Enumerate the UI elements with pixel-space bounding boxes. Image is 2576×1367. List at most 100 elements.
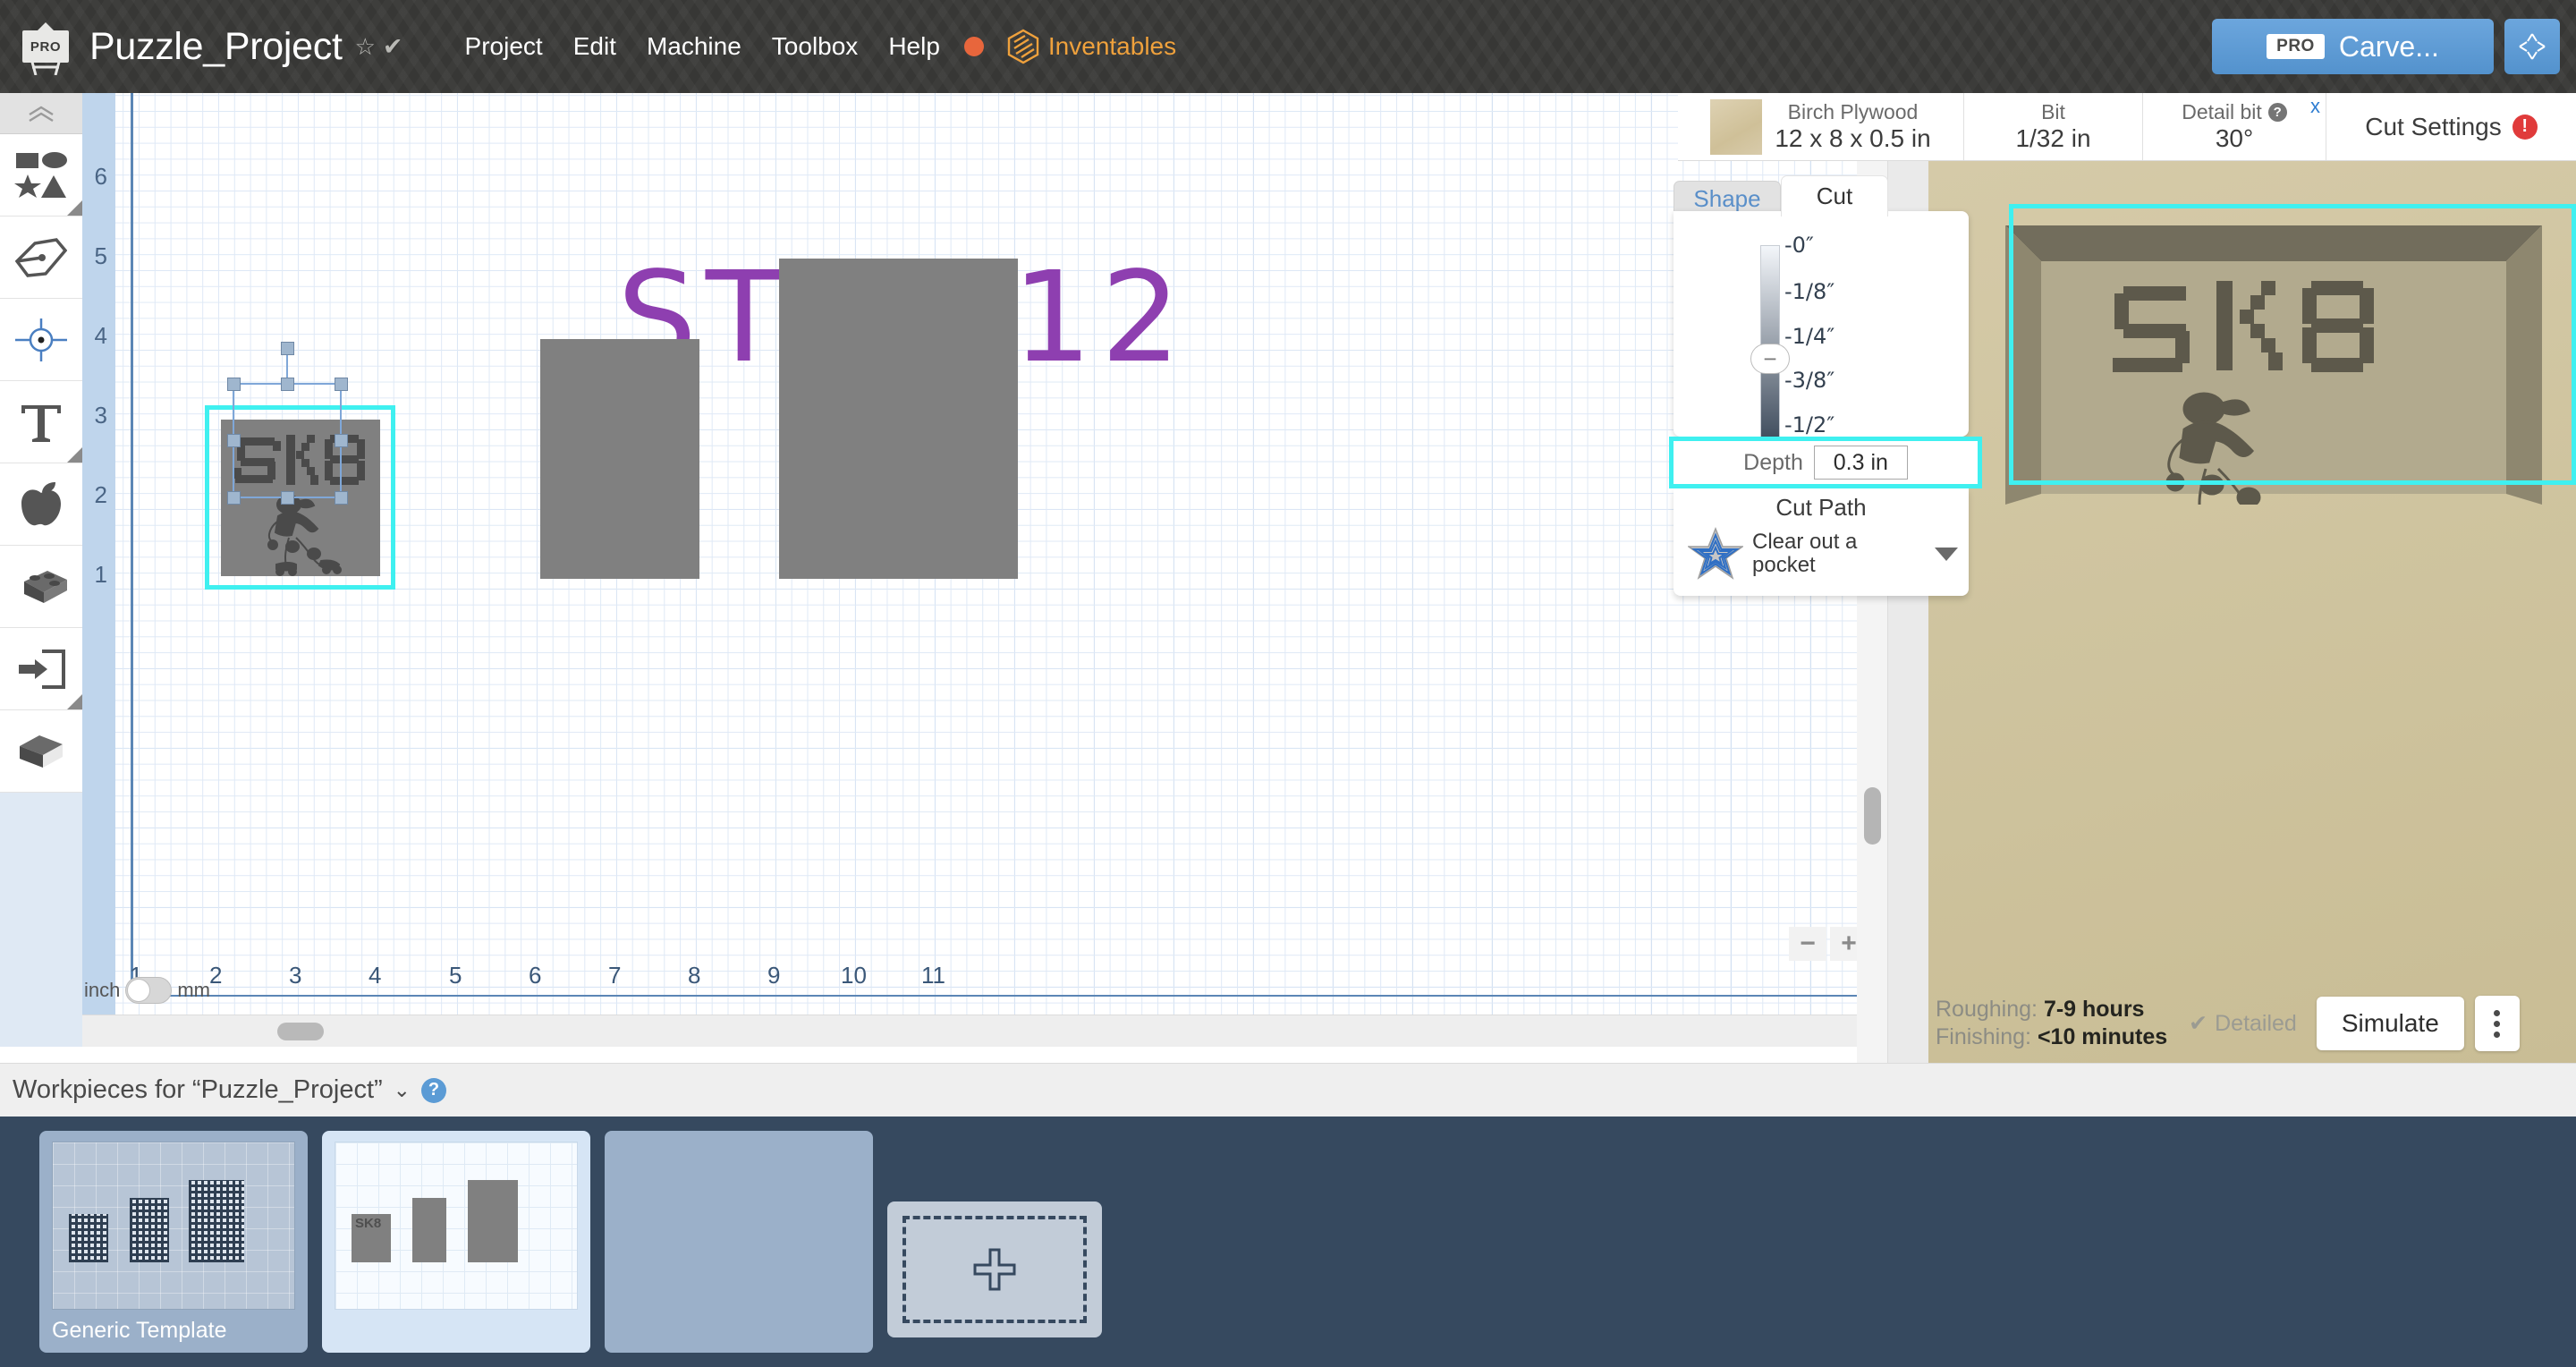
workpieces-help-icon[interactable]: ? (420, 1077, 446, 1103)
units-mm-label: mm (177, 979, 211, 1001)
rect-shape-2[interactable] (540, 339, 699, 579)
toolbar-collapse-button[interactable] (0, 93, 82, 134)
sidebar-item-shapes[interactable] (0, 134, 82, 217)
zoom-out-button[interactable]: − (1789, 927, 1826, 961)
material-swatch (1710, 98, 1763, 155)
tool-expand-corner[interactable] (67, 200, 82, 216)
cut-settings-label: Cut Settings (2365, 112, 2502, 140)
workpiece-thumbnail: SK8 (335, 1142, 578, 1310)
menu-help[interactable]: Help (873, 27, 955, 66)
mini-shape (412, 1198, 446, 1262)
units-inch-label: inch (84, 979, 121, 1001)
workpiece-label: Generic Template (52, 1318, 227, 1343)
workpiece-generic-template[interactable]: Generic Template (39, 1131, 308, 1353)
ruler-v-tick: 3 (94, 402, 107, 429)
mini-shape (130, 1198, 169, 1262)
depth-tick: -1/2″ (1784, 412, 1835, 437)
detail-bit-help-icon[interactable]: ? (2267, 102, 2287, 122)
tool-expand-corner[interactable] (67, 694, 82, 709)
chevron-down-icon[interactable] (1935, 547, 1958, 561)
carved-pocket-3d (2005, 225, 2542, 505)
simulate-button[interactable]: Simulate (2316, 997, 2464, 1050)
depth-tick: -0″ (1784, 233, 1814, 258)
resize-handle-se[interactable] (335, 491, 348, 505)
depth-tick: -3/8″ (1784, 368, 1835, 393)
tab-cut[interactable]: Cut (1781, 175, 1888, 217)
workpieces-chevron-icon[interactable]: ⌄ (394, 1078, 411, 1102)
material-button[interactable]: Birch Plywood 12 x 8 x 0.5 in (1678, 93, 1964, 160)
menu-edit[interactable]: Edit (558, 27, 631, 66)
kebab-dot-icon (2494, 1009, 2501, 1016)
sidebar-item-blocks[interactable] (0, 546, 82, 628)
resize-handle-w[interactable] (227, 434, 241, 447)
resize-handle-ne[interactable] (335, 378, 348, 391)
detailed-toggle[interactable]: ✔ Detailed (2189, 1010, 2297, 1037)
sidebar-item-origin[interactable] (0, 299, 82, 381)
workpiece-empty[interactable] (605, 1131, 873, 1353)
cut-panel: Shape Cut -0″ -1/8″ -1/4″ -3/8″ -1/2″ − … (1669, 175, 1982, 596)
connection-status-dot (963, 37, 984, 56)
easel-pro-logo[interactable]: PRO (20, 20, 72, 75)
cut-settings-warning-icon: ! (2512, 114, 2538, 140)
plus-icon (973, 1248, 1016, 1291)
ruler-h-tick: 10 (841, 962, 867, 989)
resize-handle-sw[interactable] (227, 491, 241, 505)
canvas-hscrollbar[interactable] (82, 1015, 1928, 1047)
sidebar-item-clipart[interactable] (0, 463, 82, 546)
workpiece-thumbnail (52, 1142, 295, 1310)
three-d-preview[interactable] (1928, 161, 2576, 1063)
add-workpiece-dashed-frame (902, 1216, 1087, 1323)
rotate-handle[interactable] (281, 342, 294, 355)
depth-tick: -1/4″ (1784, 324, 1835, 349)
material-size: 12 x 8 x 0.5 in (1775, 123, 1931, 152)
rect-shape-3[interactable] (779, 259, 1018, 579)
cut-path-dropdown[interactable]: Clear out a pocket (1674, 522, 1969, 581)
menu-toolbox[interactable]: Toolbox (757, 27, 874, 66)
ruler-horizontal: 1 2 3 4 5 6 7 8 9 10 11 12 (82, 945, 1928, 997)
resize-handle-nw[interactable] (227, 378, 241, 391)
sidebar-item-pen[interactable] (0, 217, 82, 299)
menu-machine[interactable]: Machine (631, 27, 757, 66)
detailed-label: Detailed (2215, 1010, 2297, 1036)
workpieces-title: Workpieces for “Puzzle_Project” (13, 1075, 383, 1104)
easel-legs-icon (29, 55, 63, 75)
material-name: Birch Plywood (1787, 100, 1919, 124)
favorite-star-icon[interactable]: ☆ (355, 33, 376, 61)
resize-handle-n[interactable] (281, 378, 294, 391)
kebab-dot-icon (2494, 1031, 2501, 1038)
origin-target-icon (15, 318, 67, 361)
sidebar-item-box[interactable] (0, 710, 82, 793)
units-toggle[interactable]: inch mm (84, 977, 210, 1004)
inventables-link[interactable]: Inventables (1007, 29, 1176, 64)
kebab-dot-icon (2494, 1020, 2501, 1027)
sidebar-item-import[interactable] (0, 628, 82, 710)
canvas-hscroll-thumb[interactable] (277, 1023, 324, 1040)
carve-button[interactable]: PRO Carve... (2212, 19, 2494, 74)
sidebar-item-text[interactable] (0, 381, 82, 463)
depth-slider-knob[interactable]: − (1750, 344, 1790, 374)
menu-project[interactable]: Project (450, 27, 558, 66)
preview-vscroll-thumb[interactable] (1864, 787, 1881, 845)
resize-handle-s[interactable] (281, 491, 294, 505)
bit-button[interactable]: Bit 1/32 in (1964, 93, 2143, 160)
cut-settings-button[interactable]: Cut Settings ! (2326, 93, 2576, 160)
mini-shape (468, 1180, 518, 1262)
jog-button[interactable] (2504, 19, 2560, 74)
add-workpiece-button[interactable] (887, 1201, 1102, 1337)
preview-more-button[interactable] (2474, 996, 2520, 1051)
ruler-v-tick: 4 (94, 322, 107, 349)
ruler-h-tick: 8 (688, 962, 701, 989)
detail-bit-close-icon[interactable]: x (2310, 95, 2320, 118)
detail-bit-button[interactable]: Detail bit ? 30° x (2143, 93, 2326, 160)
tool-expand-corner[interactable] (67, 447, 82, 463)
workpieces-header: Workpieces for “Puzzle_Project” ⌄ ? (0, 1063, 2576, 1117)
carve-time-estimates: Roughing: 7-9 hours Finishing: <10 minut… (1936, 996, 2167, 1052)
workpiece-current[interactable]: SK8 (322, 1131, 590, 1353)
resize-handle-e[interactable] (335, 434, 348, 447)
depth-input[interactable]: 0.3 in (1813, 446, 1908, 480)
detail-bit-value: 30° (2215, 123, 2254, 152)
ruler-v-tick: 6 (94, 163, 107, 190)
units-switch[interactable] (125, 977, 173, 1004)
mini-shape (69, 1214, 108, 1262)
design-canvas[interactable]: 6 5 4 3 2 1 STEP 12 (82, 93, 1928, 1047)
